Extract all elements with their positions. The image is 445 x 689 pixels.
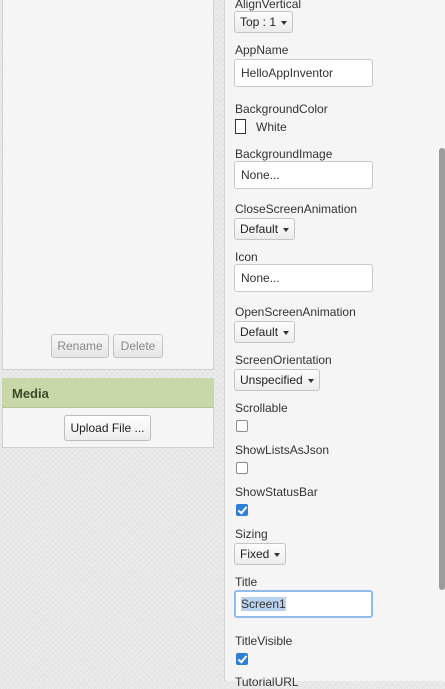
screen-orientation-value: Unspecified bbox=[240, 373, 303, 387]
background-image-label: BackgroundImage bbox=[235, 147, 333, 161]
close-screen-animation-value: Default bbox=[240, 222, 279, 236]
title-label: Title bbox=[235, 575, 258, 589]
media-header: Media bbox=[2, 378, 214, 408]
screen-orientation-label: ScreenOrientation bbox=[235, 353, 332, 367]
chevron-down-icon bbox=[283, 331, 290, 335]
show-status-bar-checkbox[interactable] bbox=[236, 504, 248, 516]
upload-file-button[interactable]: Upload File ... bbox=[64, 415, 151, 441]
chevron-down-icon bbox=[283, 228, 290, 232]
scrollable-checkbox[interactable] bbox=[236, 420, 248, 432]
align-vertical-label: AlignVertical bbox=[235, 0, 302, 11]
open-screen-animation-value: Default bbox=[240, 325, 279, 339]
components-panel bbox=[2, 0, 214, 370]
sizing-dropdown[interactable]: Fixed bbox=[234, 543, 287, 565]
align-vertical-dropdown[interactable]: Top : 1 bbox=[234, 11, 294, 33]
rename-button[interactable]: Rename bbox=[51, 334, 109, 358]
scrollable-label: Scrollable bbox=[235, 401, 288, 415]
screen-orientation-dropdown[interactable]: Unspecified bbox=[234, 369, 320, 391]
app-name-input[interactable]: HelloAppInventor bbox=[234, 59, 373, 87]
tutorial-url-label: TutorialURL bbox=[235, 675, 299, 689]
title-visible-checkbox[interactable] bbox=[236, 653, 248, 665]
chevron-down-icon bbox=[307, 379, 314, 383]
close-screen-animation-dropdown[interactable]: Default bbox=[234, 218, 296, 240]
sizing-value: Fixed bbox=[240, 547, 270, 561]
icon-label: Icon bbox=[235, 250, 258, 264]
background-color-label: BackgroundColor bbox=[235, 102, 328, 116]
title-input-value: Screen1 bbox=[241, 597, 286, 611]
chevron-down-icon bbox=[274, 553, 281, 557]
open-screen-animation-dropdown[interactable]: Default bbox=[234, 321, 296, 343]
close-screen-animation-label: CloseScreenAnimation bbox=[235, 202, 358, 216]
title-visible-label: TitleVisible bbox=[235, 634, 293, 648]
show-lists-as-json-label: ShowListsAsJson bbox=[235, 443, 330, 457]
background-color-value[interactable]: White bbox=[256, 120, 287, 134]
sizing-label: Sizing bbox=[235, 527, 268, 541]
chevron-down-icon bbox=[281, 21, 288, 25]
background-image-picker[interactable]: None... bbox=[234, 161, 373, 189]
app-name-label: AppName bbox=[235, 43, 289, 57]
align-vertical-value: Top : 1 bbox=[240, 15, 277, 29]
show-status-bar-label: ShowStatusBar bbox=[235, 485, 318, 499]
properties-scrollbar[interactable] bbox=[439, 148, 445, 590]
background-color-swatch[interactable] bbox=[235, 119, 246, 134]
open-screen-animation-label: OpenScreenAnimation bbox=[235, 305, 356, 319]
icon-picker[interactable]: None... bbox=[234, 264, 373, 292]
delete-button[interactable]: Delete bbox=[113, 334, 163, 358]
title-input[interactable]: Screen1 bbox=[234, 590, 373, 618]
show-lists-as-json-checkbox[interactable] bbox=[236, 462, 248, 474]
